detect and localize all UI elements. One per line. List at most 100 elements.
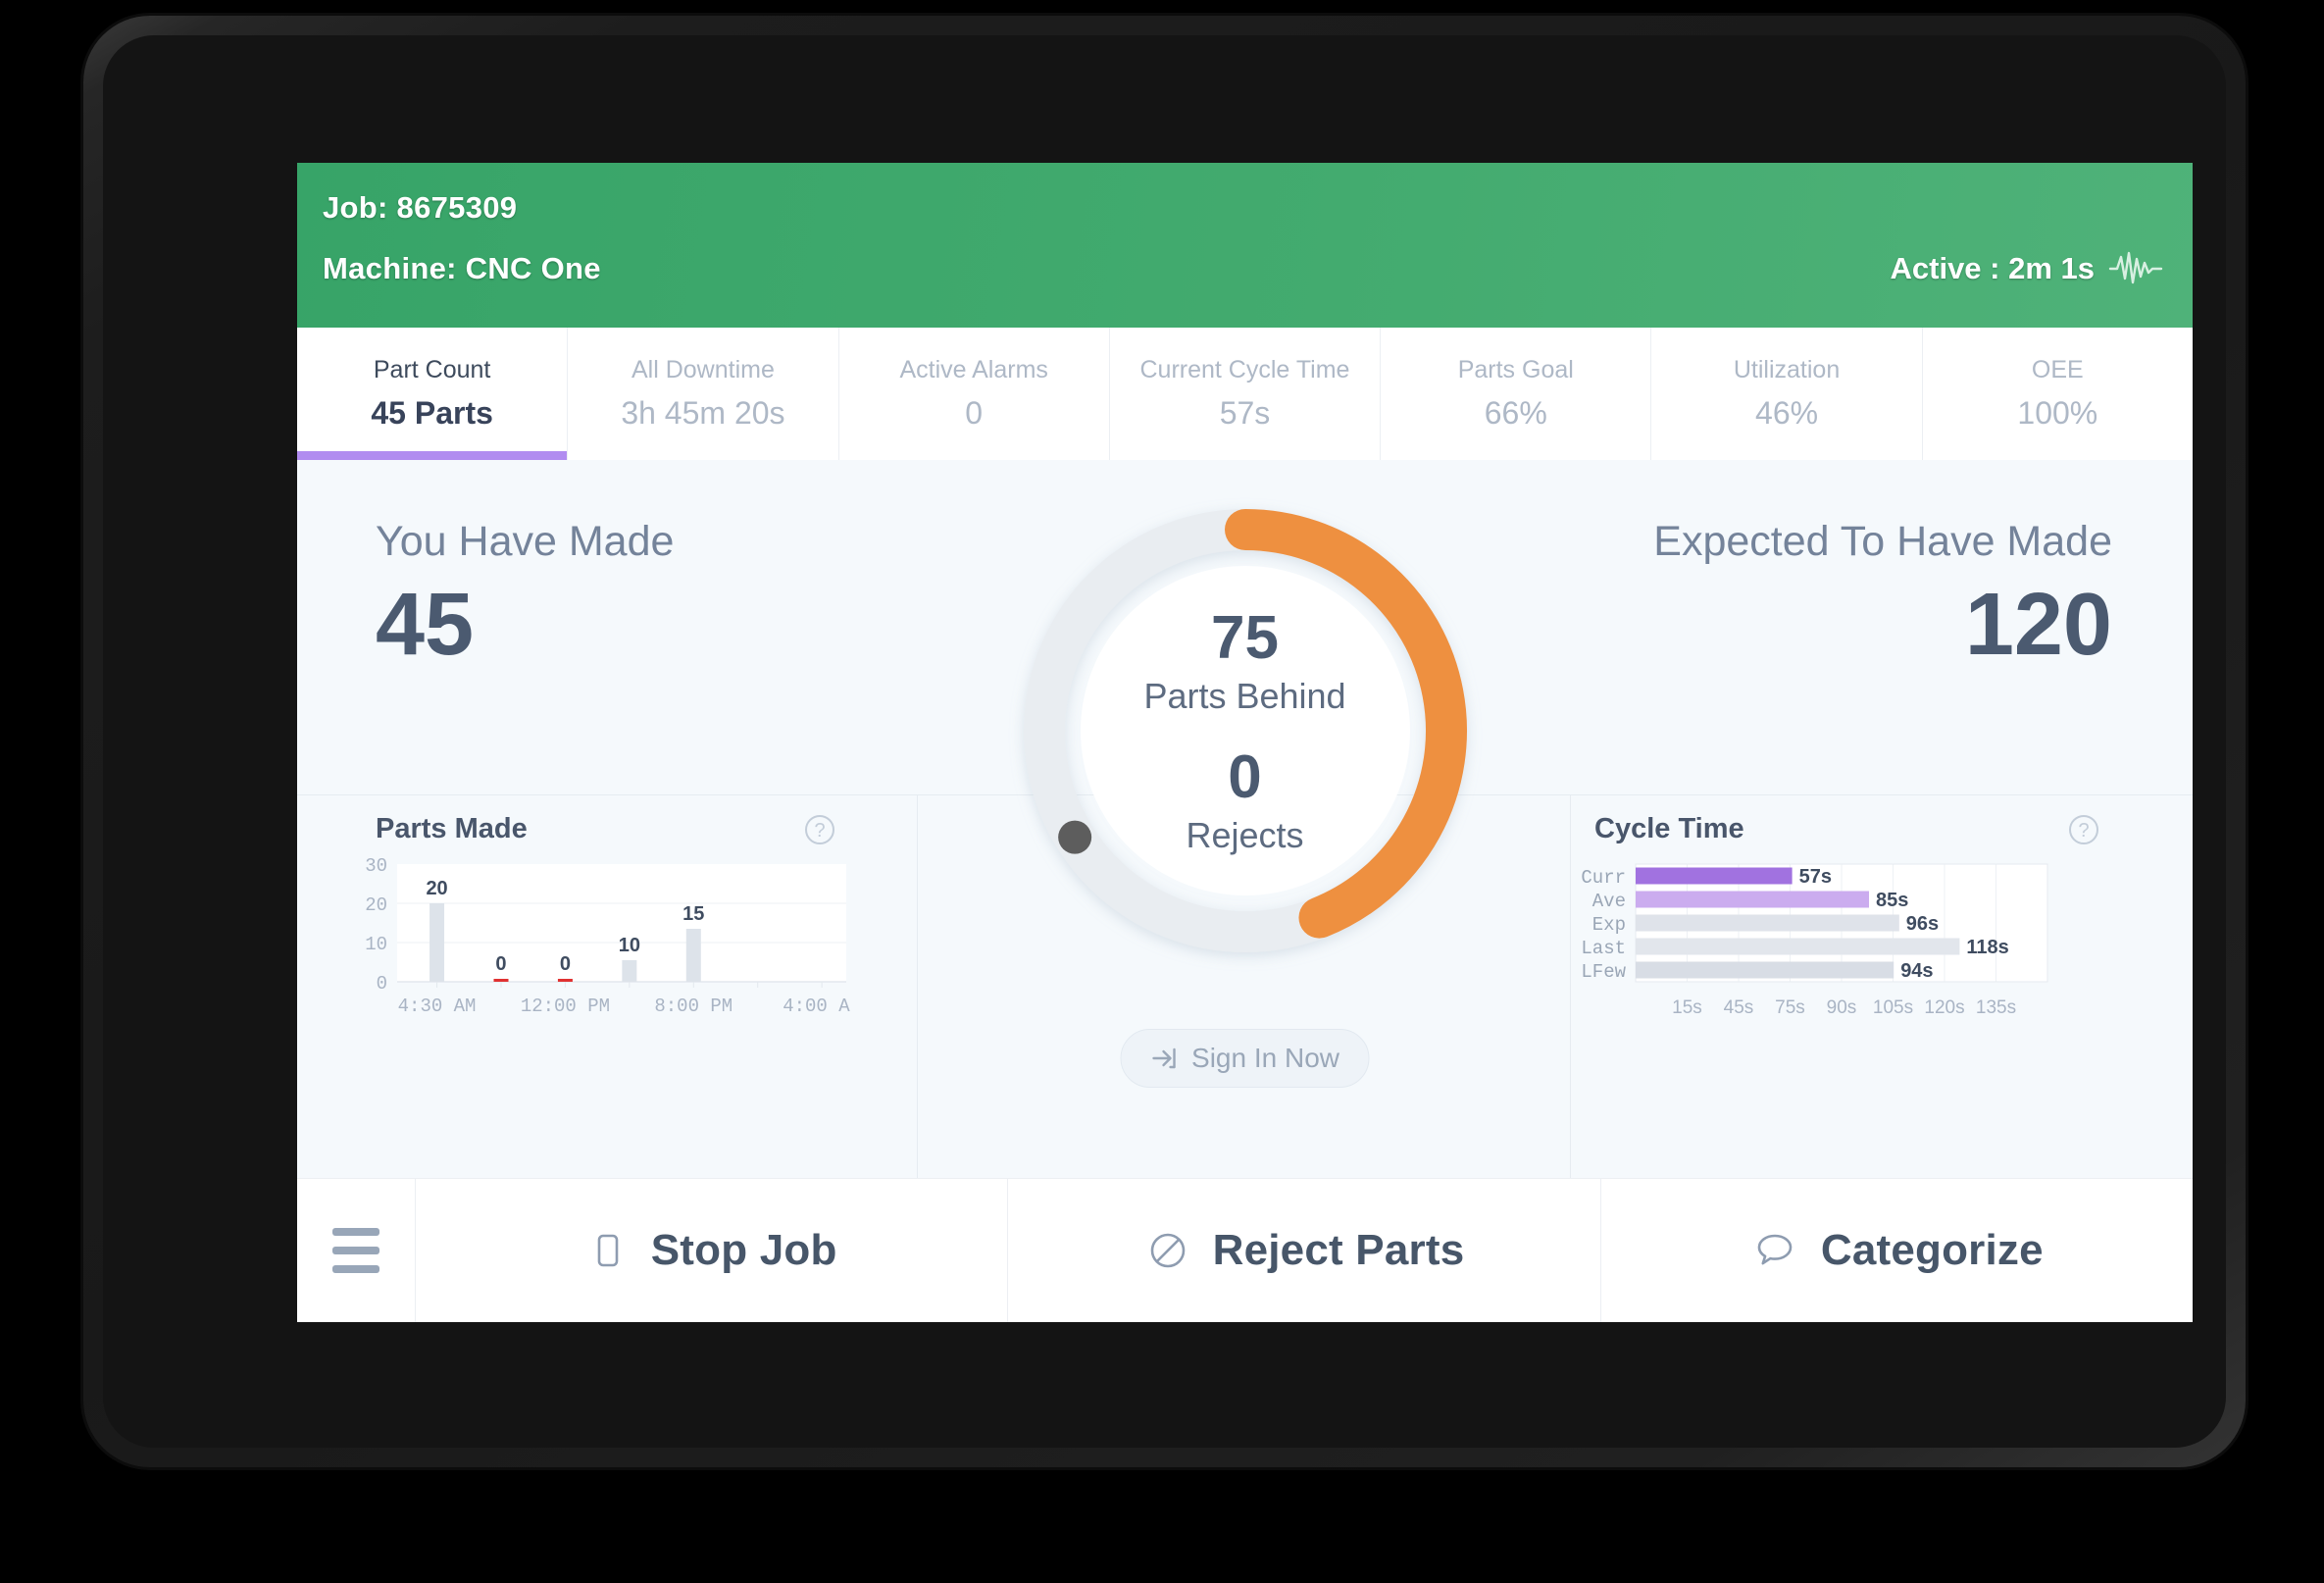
bar [1636, 891, 1869, 908]
category-label: Ave [1592, 891, 1626, 912]
categorize-label: Categorize [1820, 1226, 2044, 1274]
app-header: Job: 8675309 Machine: CNC One Active : 2… [297, 163, 2193, 328]
parts-behind-label: Parts Behind [1143, 676, 1346, 716]
svg-text:0: 0 [377, 973, 387, 995]
waveform-icon [2108, 251, 2163, 284]
gauge-center-readout: 75 Parts Behind 0 Rejects [990, 476, 1500, 986]
tab-active-alarms[interactable]: Active Alarms 0 [839, 328, 1110, 460]
tab-part-count[interactable]: Part Count 45 Parts [297, 328, 569, 460]
bar [685, 929, 701, 982]
reject-parts-label: Reject Parts [1212, 1226, 1465, 1274]
bar [1636, 938, 1960, 955]
svg-text:10: 10 [365, 934, 387, 955]
tab-all-downtime[interactable]: All Downtime 3h 45m 20s [568, 328, 839, 460]
tab-oee[interactable]: OEE 100% [1923, 328, 2193, 460]
action-bar: Stop Job Reject Parts Categorize [297, 1178, 2193, 1322]
bar-label: 94s [1900, 960, 1933, 982]
svg-text:30: 30 [365, 856, 387, 877]
x-tick: 135s [1976, 997, 2016, 1018]
x-tick: 45s [1724, 997, 1754, 1018]
tab-label: Part Count [373, 356, 491, 384]
parts-made-title: Parts Made [376, 813, 528, 844]
hamburger-menu-button[interactable] [297, 1179, 416, 1322]
bar-label: 96s [1906, 913, 1939, 935]
cycle-time-title: Cycle Time [1594, 813, 1744, 844]
app-screen: Job: 8675309 Machine: CNC One Active : 2… [297, 163, 2193, 1322]
tab-value: 0 [965, 395, 984, 432]
you-have-made-value: 45 [376, 576, 475, 675]
expected-value: 120 [1964, 576, 2112, 675]
tab-label: Utilization [1733, 356, 1841, 384]
x-tick: 105s [1873, 997, 1913, 1018]
tab-value: 3h 45m 20s [621, 395, 785, 432]
x-tick: 90s [1827, 997, 1857, 1018]
zero-marker [493, 979, 509, 982]
expected-to-have-made-panel: Expected To Have Made 120 [1575, 518, 2193, 675]
reject-parts-button[interactable]: Reject Parts [1008, 1179, 1601, 1322]
tab-current-cycle-time[interactable]: Current Cycle Time 57s [1110, 328, 1382, 460]
hamburger-menu-icon [332, 1228, 379, 1273]
bar-label: 10 [619, 935, 640, 956]
tab-value: 57s [1219, 395, 1271, 432]
tab-value: 45 Parts [371, 395, 493, 432]
bar-label: 118s [1966, 937, 2008, 958]
zero-marker [557, 979, 573, 982]
bar-label: 0 [560, 953, 571, 975]
rejects-value: 0 [1228, 743, 1262, 811]
tab-value: 66% [1484, 395, 1547, 432]
tab-label: Current Cycle Time [1139, 356, 1350, 384]
bar-label: 85s [1876, 890, 1908, 911]
sign-in-icon [1151, 1047, 1176, 1069]
stop-job-label: Stop Job [650, 1226, 837, 1274]
cycle-time-chart: 15s 45s 75s 90s 105s 120s 135s Curr 57s Ave 85s Exp… [1581, 863, 2048, 1018]
rejects-label: Rejects [1186, 815, 1304, 855]
bar [622, 960, 637, 982]
no-entry-icon [1150, 1233, 1185, 1268]
stop-square-icon [597, 1234, 619, 1267]
tab-label: Active Alarms [899, 356, 1048, 384]
category-label: Exp [1592, 914, 1626, 936]
x-tick: 15s [1672, 997, 1702, 1018]
comment-bubble-icon [1757, 1234, 1793, 1265]
dashboard-main: You Have Made 45 Expected To Have Made 1… [297, 460, 2193, 1179]
tablet-frame: Job: 8675309 Machine: CNC One Active : 2… [83, 16, 2246, 1467]
sign-in-now-button[interactable]: Sign In Now [1120, 1029, 1370, 1088]
expected-title: Expected To Have Made [1653, 518, 2112, 565]
tab-value: 100% [2017, 395, 2098, 432]
help-icon[interactable]: ? [805, 815, 834, 844]
tab-label: Parts Goal [1457, 356, 1574, 384]
bar [429, 903, 445, 982]
svg-text:20: 20 [365, 894, 387, 916]
you-have-made-panel: You Have Made 45 [297, 518, 915, 675]
x-tick: 12:00 PM [521, 996, 610, 1017]
tab-value: 46% [1755, 395, 1819, 432]
category-label: LFew [1581, 961, 1626, 983]
bar-label: 57s [1799, 866, 1832, 888]
machine-status-group: Active : 2m 1s [1891, 249, 2164, 288]
status-badge: Active : 2m 1s [1890, 251, 2096, 285]
tab-parts-goal[interactable]: Parts Goal 66% [1381, 328, 1652, 460]
x-tick: 75s [1775, 997, 1805, 1018]
bar [1636, 914, 1899, 932]
help-icon[interactable]: ? [2069, 815, 2098, 844]
x-tick: 120s [1924, 997, 1964, 1018]
sign-in-label: Sign In Now [1191, 1043, 1339, 1073]
metric-tab-strip: Part Count 45 Parts All Downtime 3h 45m … [297, 328, 2193, 460]
category-label: Curr [1581, 867, 1626, 889]
plot-area [397, 864, 846, 982]
parts-made-chart: 0 10 20 30 20 0 0 10 15 4:30 AM 12:00 PM 8:00 PM 4:0… [365, 856, 850, 1017]
stop-job-button[interactable]: Stop Job [416, 1179, 1009, 1322]
categorize-button[interactable]: Categorize [1601, 1179, 2193, 1322]
category-label: Last [1581, 938, 1626, 959]
machine-label: Machine: CNC One [323, 251, 601, 285]
bar [1636, 867, 1793, 885]
left-divider [917, 794, 918, 1179]
x-tick: 4:00 AM [783, 996, 850, 1017]
x-tick: 8:00 PM [654, 996, 733, 1017]
parts-behind-gauge: 75 Parts Behind 0 Rejects [990, 476, 1500, 986]
x-tick: 4:30 AM [398, 996, 477, 1017]
you-have-made-title: You Have Made [376, 518, 675, 565]
tab-label: All Downtime [631, 356, 775, 384]
tab-utilization[interactable]: Utilization 46% [1651, 328, 1923, 460]
tab-label: OEE [2031, 356, 2084, 384]
